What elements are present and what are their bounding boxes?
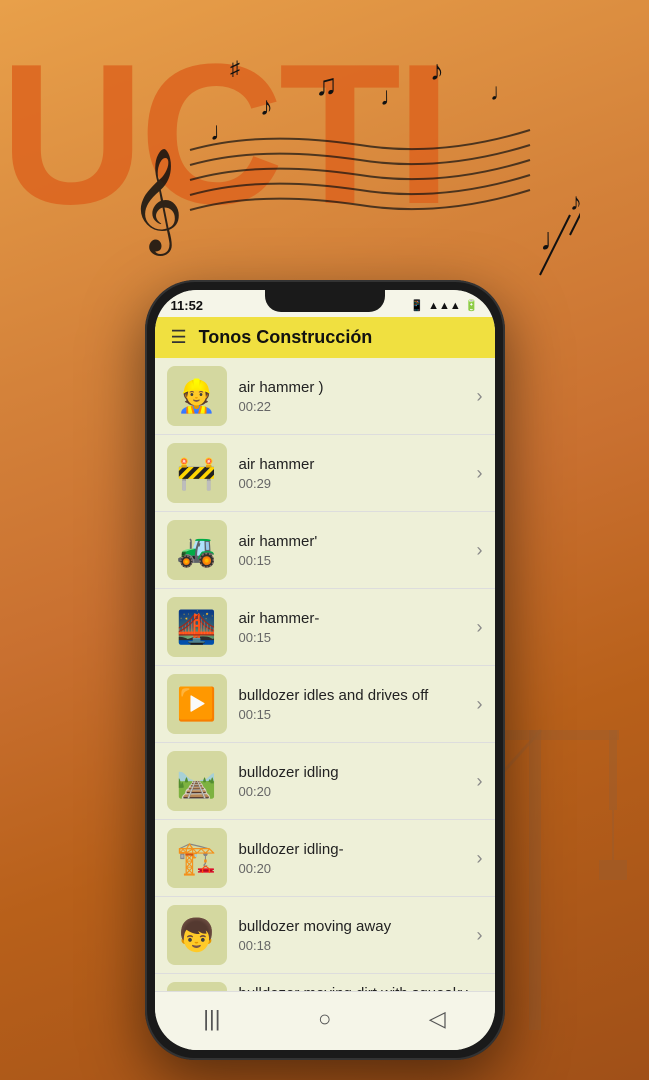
item-icon-1: 🚧 [167, 443, 227, 503]
status-icons: 📱 ▲▲▲ 🔋 [410, 299, 478, 312]
item-title-2: air hammer' [239, 532, 469, 552]
back-button[interactable]: ◁ [409, 1002, 466, 1036]
menu-button[interactable]: ☰ [171, 327, 187, 348]
item-text-7: bulldozer moving away 00:18 [239, 917, 469, 954]
item-icon-5: 🛤️ [167, 751, 227, 811]
list-item[interactable]: 🚒 bulldozer moving dirt with squeaky tra… [155, 974, 495, 991]
item-text-0: air hammer ) 00:22 [239, 378, 469, 415]
list-item[interactable]: 👦 bulldozer moving away 00:18 › [155, 897, 495, 974]
whatsapp-icon: 📱 [410, 299, 424, 312]
phone-screen: 11:52 📱 ▲▲▲ 🔋 ☰ Tonos Construcción 👷 air… [155, 290, 495, 1050]
item-icon-7: 👦 [167, 905, 227, 965]
item-title-4: bulldozer idles and drives off [239, 686, 469, 706]
list-item[interactable]: 🛤️ bulldozer idling 00:20 › [155, 743, 495, 820]
item-duration-0: 00:22 [239, 399, 469, 414]
item-icon-2: 🚜 [167, 520, 227, 580]
item-duration-2: 00:15 [239, 553, 469, 568]
item-title-7: bulldozer moving away [239, 917, 469, 937]
item-chevron-7: › [477, 925, 483, 946]
item-text-5: bulldozer idling 00:20 [239, 763, 469, 800]
item-icon-3: 🌉 [167, 597, 227, 657]
item-chevron-3: › [477, 617, 483, 638]
phone-notch [265, 290, 385, 312]
phone-frame: 11:52 📱 ▲▲▲ 🔋 ☰ Tonos Construcción 👷 air… [145, 280, 505, 1060]
item-duration-6: 00:20 [239, 861, 469, 876]
battery-icon: 🔋 [465, 299, 479, 312]
item-title-3: air hammer- [239, 609, 469, 629]
item-text-8: bulldozer moving dirt with squeaky track… [239, 984, 469, 991]
item-text-3: air hammer- 00:15 [239, 609, 469, 646]
sound-list[interactable]: 👷 air hammer ) 00:22 › 🚧 air hammer 00:2… [155, 358, 495, 991]
item-title-0: air hammer ) [239, 378, 469, 398]
item-duration-5: 00:20 [239, 784, 469, 799]
status-time: 11:52 [171, 298, 204, 313]
item-chevron-4: › [477, 694, 483, 715]
item-title-6: bulldozer idling- [239, 840, 469, 860]
home-button[interactable]: ○ [298, 1002, 351, 1036]
list-item[interactable]: 🚜 air hammer' 00:15 › [155, 512, 495, 589]
list-item[interactable]: 🚧 air hammer 00:29 › [155, 435, 495, 512]
item-icon-0: 👷 [167, 366, 227, 426]
item-chevron-5: › [477, 771, 483, 792]
nav-bar: ||| ○ ◁ [155, 991, 495, 1050]
toolbar-title: Tonos Construcción [199, 327, 479, 348]
item-text-2: air hammer' 00:15 [239, 532, 469, 569]
phone-wrapper: 11:52 📱 ▲▲▲ 🔋 ☰ Tonos Construcción 👷 air… [145, 280, 505, 1060]
item-chevron-6: › [477, 848, 483, 869]
item-icon-8: 🚒 [167, 982, 227, 991]
list-item[interactable]: 👷 air hammer ) 00:22 › [155, 358, 495, 435]
toolbar: ☰ Tonos Construcción [155, 317, 495, 358]
recent-apps-button[interactable]: ||| [183, 1002, 240, 1036]
list-item[interactable]: 🏗️ bulldozer idling- 00:20 › [155, 820, 495, 897]
item-text-4: bulldozer idles and drives off 00:15 [239, 686, 469, 723]
item-chevron-1: › [477, 463, 483, 484]
item-title-8: bulldozer moving dirt with squeaky track… [239, 984, 469, 991]
item-title-1: air hammer [239, 455, 469, 475]
item-chevron-0: › [477, 386, 483, 407]
item-text-6: bulldozer idling- 00:20 [239, 840, 469, 877]
bg-text: UCTI [0, 20, 447, 250]
signal-icon: ▲▲▲ [428, 300, 461, 312]
item-title-5: bulldozer idling [239, 763, 469, 783]
item-duration-4: 00:15 [239, 707, 469, 722]
item-icon-4: ▶️ [167, 674, 227, 734]
item-duration-1: 00:29 [239, 476, 469, 491]
list-item[interactable]: ▶️ bulldozer idles and drives off 00:15 … [155, 666, 495, 743]
list-item[interactable]: 🌉 air hammer- 00:15 › [155, 589, 495, 666]
item-text-1: air hammer 00:29 [239, 455, 469, 492]
item-duration-7: 00:18 [239, 938, 469, 953]
item-icon-6: 🏗️ [167, 828, 227, 888]
item-duration-3: 00:15 [239, 630, 469, 645]
item-chevron-2: › [477, 540, 483, 561]
